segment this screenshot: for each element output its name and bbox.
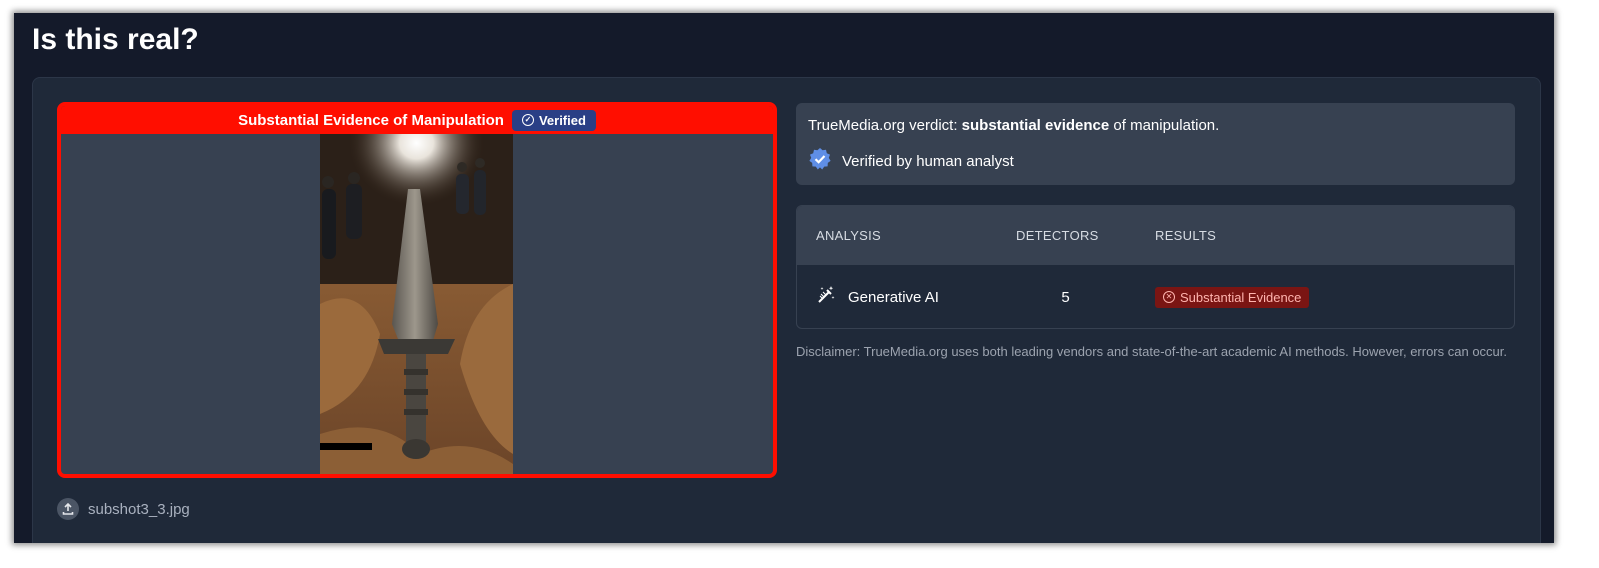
analysis-name: Generative AI xyxy=(848,288,939,306)
upload-icon xyxy=(57,498,79,520)
result-card: Substantial Evidence of Manipulation ✓ V… xyxy=(32,77,1541,543)
x-circle-icon: ✕ xyxy=(1163,291,1175,304)
file-name: subshot3_3.jpg xyxy=(88,500,190,518)
disclaimer: Disclaimer: TrueMedia.org uses both lead… xyxy=(796,344,1508,359)
row-analysis-cell: Generative AI xyxy=(797,285,1016,309)
media-image[interactable] xyxy=(320,134,513,474)
banner-text: Substantial Evidence of Manipulation xyxy=(238,111,504,129)
verified-chip: ✓ Verified xyxy=(511,109,596,131)
analyst-text: Verified by human analyst xyxy=(842,153,1014,170)
magic-wand-icon xyxy=(816,285,836,309)
app-window: Is this real? Substantial Evidence of Ma… xyxy=(14,13,1554,543)
result-badge: ✕ Substantial Evidence xyxy=(1155,286,1310,308)
result-label: Substantial Evidence xyxy=(1180,289,1302,305)
file-row: subshot3_3.jpg xyxy=(57,498,190,520)
analysis-table: ANALYSIS DETECTORS RESULTS Generative AI… xyxy=(796,205,1515,329)
verdict-text: TrueMedia.org verdict: substantial evide… xyxy=(808,117,1503,135)
header-analysis: ANALYSIS xyxy=(816,228,882,243)
table-row[interactable]: Generative AI 5 ✕ Substantial Evidence xyxy=(797,265,1514,328)
detector-count: 5 xyxy=(1061,288,1070,306)
verdict-box: TrueMedia.org verdict: substantial evide… xyxy=(796,103,1515,185)
table-header: ANALYSIS DETECTORS RESULTS xyxy=(797,206,1514,265)
manipulation-banner: Substantial Evidence of Manipulation ✓ V… xyxy=(61,106,773,134)
header-detectors: DETECTORS xyxy=(1016,228,1099,243)
row-results-cell: ✕ Substantial Evidence xyxy=(1155,286,1514,308)
verified-badge-icon xyxy=(808,147,832,176)
header-results: RESULTS xyxy=(1155,228,1217,243)
verdict-prefix: TrueMedia.org verdict: xyxy=(808,117,962,134)
media-panel: Substantial Evidence of Manipulation ✓ V… xyxy=(57,102,777,478)
verdict-suffix: of manipulation. xyxy=(1109,117,1220,134)
verdict-emphasis: substantial evidence xyxy=(961,117,1110,134)
verified-chip-label: Verified xyxy=(538,112,586,128)
analyst-row: Verified by human analyst xyxy=(808,147,1503,176)
check-circle-icon: ✓ xyxy=(521,114,534,126)
page-title: Is this real? xyxy=(32,23,199,56)
